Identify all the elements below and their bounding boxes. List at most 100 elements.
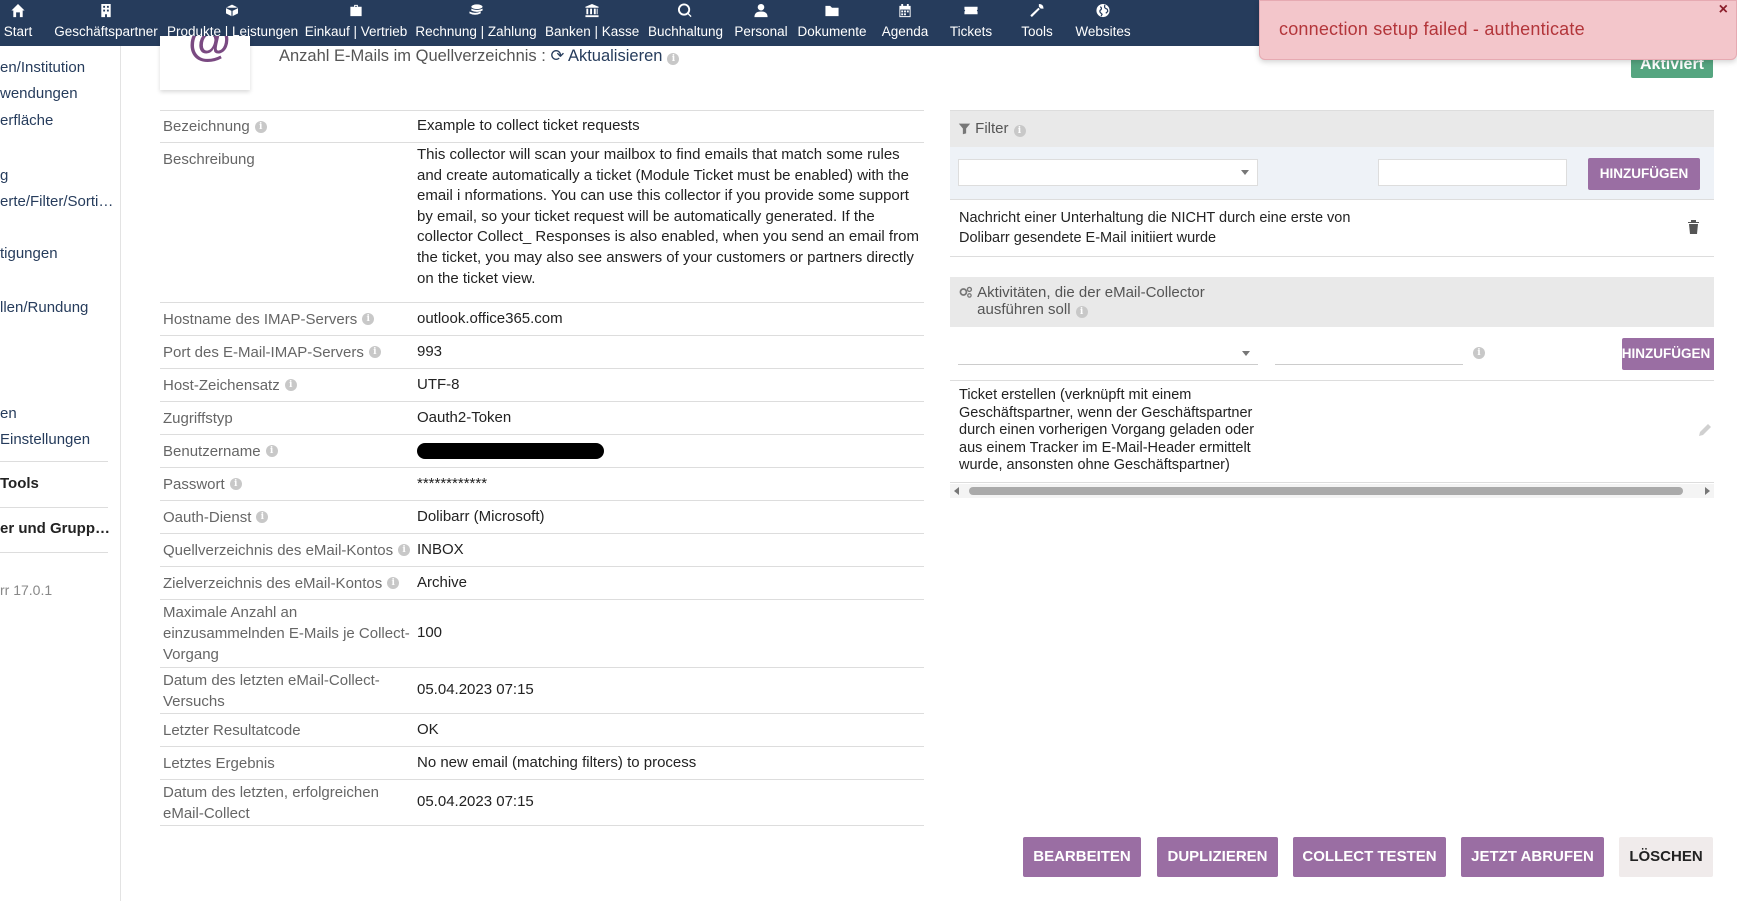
param-value: UTF-8	[417, 375, 460, 393]
left-menu-divider	[0, 507, 108, 508]
nav-personal[interactable]: Personal	[733, 0, 789, 46]
refresh-icon: ⟳	[550, 47, 565, 65]
left-menu-item[interactable]: llen/Rundung	[0, 299, 88, 316]
chevron-down-icon	[1242, 351, 1250, 356]
add-filter-button[interactable]: HINZUFÜGEN	[1588, 158, 1700, 190]
version-label: rr 17.0.1	[0, 582, 53, 598]
wrench-icon	[1030, 3, 1045, 18]
trash-icon[interactable]	[1687, 219, 1700, 240]
nav-label: Personal	[734, 24, 788, 39]
action-type-select[interactable]	[958, 339, 1258, 365]
nav-dokumente[interactable]: Dokumente	[797, 0, 867, 46]
nav-start[interactable]: Start	[0, 0, 36, 46]
user-icon	[754, 3, 769, 18]
param-key: Host-Zeichensatz i	[160, 369, 417, 401]
nav-geschaeftspartner[interactable]: Geschäftspartner	[54, 0, 158, 46]
left-menu-item[interactable]: tigungen	[0, 245, 58, 262]
param-key: Oauth-Dienst i	[160, 501, 417, 533]
mails-count-label: Anzahl E-Mails im Quellverzeichnis :	[279, 47, 546, 65]
nav-tickets[interactable]: Tickets	[944, 0, 998, 46]
fetch-now-button[interactable]: JETZT ABRUFEN	[1461, 837, 1604, 877]
horizontal-scrollbar[interactable]	[950, 484, 1714, 498]
table-row: Zielverzeichnis des eMail-Kontos i Archiv…	[160, 567, 924, 600]
nav-banken-kasse[interactable]: Banken | Kasse	[545, 0, 639, 46]
folder-icon	[825, 3, 840, 18]
scroll-left-icon[interactable]	[954, 487, 959, 495]
left-menu-section-users[interactable]: er und Grupp…	[0, 520, 110, 537]
param-key: Maximale Anzahl an einzusammelnden E-Mai…	[163, 604, 410, 663]
left-menu-section-tools[interactable]: Tools	[0, 475, 39, 492]
left-menu-item[interactable]: erte/Filter/Sorti…	[0, 193, 113, 210]
close-icon[interactable]: ×	[1719, 1, 1728, 19]
left-menu-item[interactable]: erfläche	[0, 112, 53, 129]
building-icon	[99, 3, 114, 18]
duplicate-button[interactable]: DUPLIZIEREN	[1157, 837, 1278, 877]
table-row: Bezeichnung i Example to collect ticket r…	[160, 111, 924, 143]
nav-label: Websites	[1075, 24, 1131, 39]
left-menu-divider	[0, 461, 108, 462]
nav-agenda[interactable]: Agenda	[879, 0, 931, 46]
nav-label: Tickets	[949, 24, 993, 39]
param-key: Port des E-Mail-IMAP-Servers i	[160, 336, 417, 368]
param-value: outlook.office365.com	[417, 309, 563, 327]
param-value: ************	[417, 474, 488, 492]
scroll-right-icon[interactable]	[1705, 487, 1710, 495]
info-icon: i	[1075, 306, 1088, 318]
table-row: Letzter Resultatcode OK	[160, 714, 924, 747]
filter-type-select[interactable]	[958, 159, 1258, 186]
info-icon: i	[362, 313, 375, 325]
info-icon: i	[667, 53, 680, 65]
action-param-input[interactable]	[1275, 339, 1463, 365]
info-icon: i	[368, 346, 381, 358]
refresh-link[interactable]: ⟳ Aktualisieren	[550, 47, 662, 65]
table-row: Beschreibung This collector will scan yo…	[160, 143, 924, 303]
filter-value-input[interactable]	[1378, 159, 1567, 186]
nav-label: Dokumente	[797, 24, 867, 39]
chevron-down-icon	[1241, 170, 1249, 175]
param-value: 993	[417, 342, 443, 360]
calendar-icon	[898, 3, 913, 18]
delete-button[interactable]: LÖSCHEN	[1619, 837, 1713, 877]
filter-panel-title: Filter	[975, 120, 1009, 137]
left-menu-item[interactable]: g	[0, 167, 8, 184]
nav-buchhaltung[interactable]: Buchhaltung	[648, 0, 723, 46]
edit-pencil-icon[interactable]	[1698, 423, 1712, 443]
table-row: Zugriffstyp Oauth2-Token	[160, 402, 924, 435]
nav-label: Rechnung | Zahlung	[415, 24, 537, 39]
param-value: Oauth2-Token	[417, 408, 512, 426]
filter-description: Nachricht einer Unterhaltung die NICHT d…	[959, 210, 1351, 246]
add-action-button[interactable]: HINZUFÜGEN	[1622, 338, 1714, 370]
left-menu-item[interactable]: wendungen	[0, 85, 78, 102]
info-icon: i	[1473, 347, 1485, 359]
param-key: Beschreibung	[163, 151, 255, 168]
bank-icon	[585, 3, 600, 18]
left-menu-item[interactable]: en/Institution	[0, 59, 85, 76]
edit-button[interactable]: BEARBEITEN	[1023, 837, 1141, 877]
mails-count-line: Anzahl E-Mails im Quellverzeichnis : ⟳ A…	[279, 46, 680, 66]
error-toast: connection setup failed - authenticate ×	[1259, 0, 1737, 60]
test-collect-button[interactable]: COLLECT TESTEN	[1293, 837, 1446, 877]
nav-websites[interactable]: Websites	[1074, 0, 1132, 46]
globe-icon	[1096, 3, 1111, 18]
param-value: INBOX	[417, 540, 464, 558]
actions-panel-title: Aktivitäten, die der eMail-Collector aus…	[977, 284, 1205, 318]
param-value: 05.04.2023 07:15	[417, 793, 534, 811]
nav-label: Start	[3, 24, 33, 39]
nav-tools[interactable]: Tools	[1012, 0, 1062, 46]
nav-rechnung-zahlung[interactable]: Rechnung | Zahlung	[415, 0, 537, 46]
table-row: Hostname des IMAP-Servers i outlook.offic…	[160, 303, 924, 336]
left-menu-item[interactable]: en	[0, 405, 17, 422]
param-key: Datum des letzten eMail-Collect-Versuchs	[163, 671, 380, 710]
nav-einkauf-vertrieb[interactable]: Einkauf | Vertrieb	[304, 0, 408, 46]
gears-icon	[959, 285, 973, 302]
actions-panel-header: Aktivitäten, die der eMail-Collector aus…	[950, 277, 1714, 327]
scrollbar-thumb[interactable]	[969, 487, 1683, 495]
param-value: OK	[417, 720, 439, 738]
param-value: No new email (matching filters) to proce…	[417, 753, 697, 771]
left-menu-item[interactable]: Einstellungen	[0, 431, 90, 448]
param-key: Letzter Resultatcode	[163, 721, 301, 739]
info-icon: i	[254, 120, 267, 133]
info-icon: i	[387, 577, 400, 589]
left-menu-divider	[0, 552, 108, 553]
param-value: This collector will scan your mailbox to…	[417, 146, 919, 287]
